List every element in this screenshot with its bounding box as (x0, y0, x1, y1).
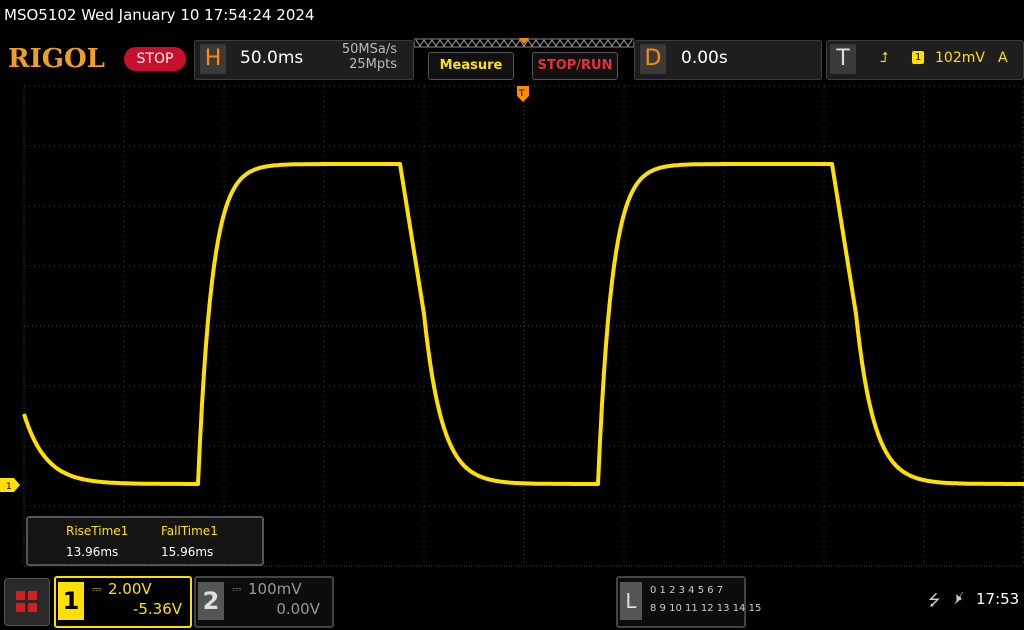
rise-time-value: 13.96ms (66, 545, 119, 559)
acquisition-info: 50MSa/s 25Mpts (333, 42, 397, 72)
run-state-badge[interactable]: STOP (124, 47, 186, 71)
waveform-display[interactable]: 1 T (0, 84, 1024, 570)
logic-label: L (620, 582, 642, 620)
stop-run-button[interactable]: STOP/RUN (532, 52, 618, 80)
channel2-offset: 0.00V (276, 600, 320, 618)
fall-time-label: FallTime1 (161, 524, 218, 538)
memory-position-strip (414, 38, 634, 48)
logic-channels-row1: 0 1 2 3 4 5 6 7 (650, 585, 724, 596)
dc-coupling-icon: ⎓ (232, 582, 242, 596)
trigger-mode: A (998, 50, 1008, 66)
trigger-level: 102mV (935, 50, 985, 66)
logic-channels-row2: 8 9 10 11 12 13 14 15 (650, 603, 762, 614)
channel2-scale: 100mV (248, 580, 302, 598)
main-menu-button[interactable] (4, 578, 50, 626)
channel1-offset: -5.36V (132, 600, 182, 618)
measure-button[interactable]: Measure (428, 52, 514, 80)
delay-value: 0.00s (681, 48, 728, 68)
rising-edge-icon: ⮥ (880, 50, 889, 66)
channel1-scale: 2.00V (108, 580, 152, 598)
menu-grid-icon (16, 591, 37, 612)
rise-time-label: RiseTime1 (66, 524, 129, 538)
channel2-number: 2 (198, 582, 224, 620)
horizontal-label: H (200, 44, 226, 74)
dc-coupling-icon: ⎓ (92, 582, 102, 596)
trigger-label: T (830, 44, 856, 74)
channel1-number: 1 (58, 582, 84, 620)
fall-time-value: 15.96ms (161, 545, 214, 559)
rigol-logo: RIGOL (8, 44, 105, 74)
channel1-ground-marker: 1 (0, 478, 20, 492)
memory-depth: 25Mpts (349, 57, 397, 72)
delay-label: D (640, 44, 666, 74)
device-title: MSO5102 Wed January 10 17:54:24 2024 (4, 6, 315, 24)
channel1-trace (22, 162, 1024, 486)
clock: 17:53 (976, 590, 1020, 608)
speaker-muted-icon[interactable]: 🕨̸ (952, 589, 961, 607)
graticule-center (24, 86, 1024, 566)
trigger-time-marker: T (517, 86, 529, 102)
channel1-marker-label: 1 (6, 482, 12, 492)
usb-icon[interactable]: ⭍ (928, 590, 941, 615)
sample-rate: 50MSa/s (341, 42, 397, 57)
measurement-panel[interactable] (26, 516, 264, 566)
timebase-value: 50.0ms (240, 48, 304, 68)
trigger-source-badge: 1 (912, 51, 924, 64)
trigger-marker-label: T (518, 89, 525, 99)
